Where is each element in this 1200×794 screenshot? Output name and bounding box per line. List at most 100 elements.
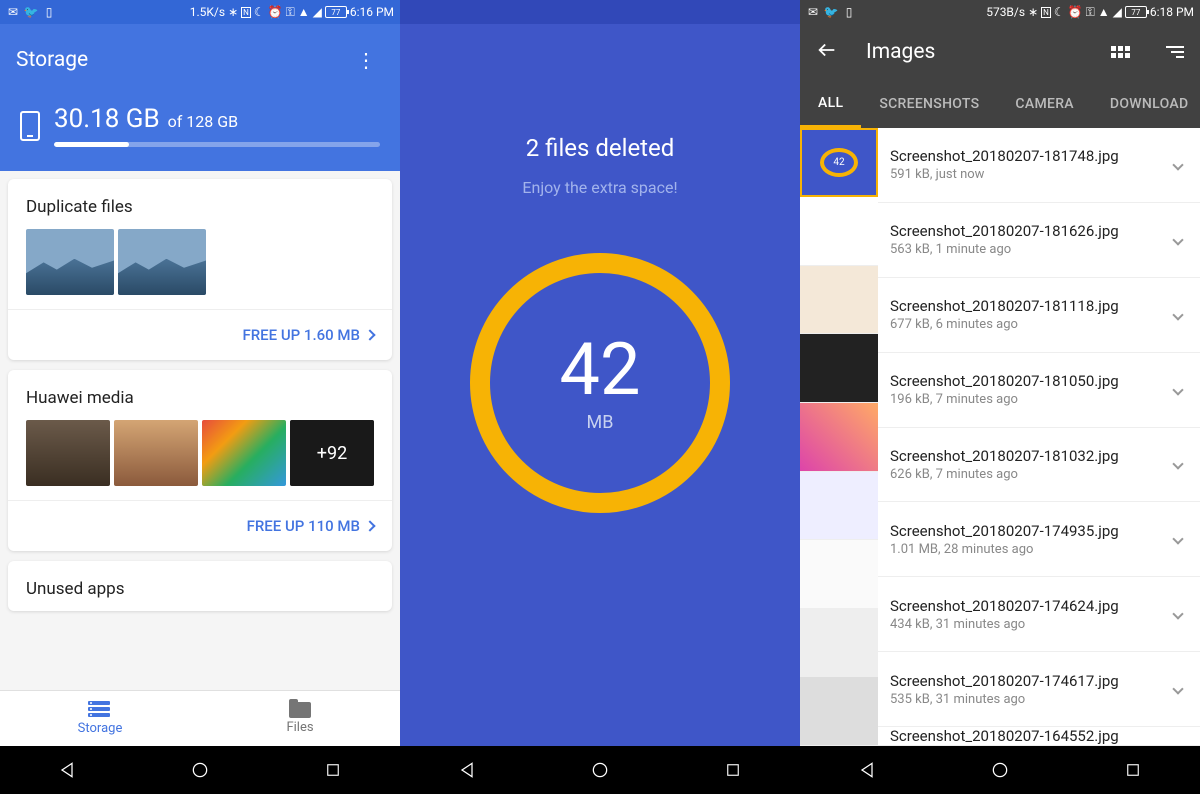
chevron-down-icon[interactable]: [1172, 534, 1183, 545]
chevron-down-icon[interactable]: [1172, 159, 1183, 170]
status-bar: ✉ 🐦 ▯ 1.5K/s ∗ N ☾ ⏰ ⚿ ▲ ◢ 77 6:16 PM: [0, 0, 400, 24]
thumbnail[interactable]: [800, 334, 878, 403]
signal-icon: ◢: [1113, 5, 1122, 19]
bluetooth-icon: ∗: [1028, 5, 1038, 19]
app-header: Storage ⋮ 30.18 GB of 128 GB: [0, 24, 400, 171]
file-list[interactable]: 42 Screenshot_20180207-181748.jpg591 kB,…: [800, 128, 1200, 746]
status-bar: [400, 0, 800, 24]
sort-icon[interactable]: [1158, 38, 1192, 66]
file-row[interactable]: Screenshot_20180207-181748.jpg591 kB, ju…: [878, 128, 1200, 203]
images-screen: ✉ 🐦 ▯ 573B/s ∗ N ☾ ⏰ ⚿ ▲ ◢ 77 6:18 PM Im…: [800, 0, 1200, 794]
home-button[interactable]: [989, 759, 1011, 781]
free-up-button[interactable]: FREE UP 1.60 MB: [8, 309, 392, 360]
card-title: Huawei media: [8, 370, 392, 420]
chevron-down-icon[interactable]: [1172, 309, 1183, 320]
unused-apps-card[interactable]: Unused apps: [8, 561, 392, 611]
chevron-right-icon: [364, 520, 375, 531]
thumbnail[interactable]: [800, 540, 878, 609]
recents-button[interactable]: [322, 759, 344, 781]
tab-download[interactable]: DOWNLOAD: [1092, 80, 1200, 128]
chevron-down-icon[interactable]: [1172, 683, 1183, 694]
thumbnail[interactable]: 42: [800, 128, 878, 197]
space-freed-ring: 42 MB: [470, 253, 730, 513]
page-title: Storage: [16, 48, 88, 72]
file-row[interactable]: Screenshot_20180207-174935.jpg1.01 MB, 2…: [878, 502, 1200, 577]
status-bar: ✉ 🐦 ▯ 573B/s ∗ N ☾ ⏰ ⚿ ▲ ◢ 77 6:18 PM: [800, 0, 1200, 24]
storage-used: 30.18 GB: [54, 104, 160, 134]
recents-button[interactable]: [722, 759, 744, 781]
file-row[interactable]: Screenshot_20180207-174624.jpg434 kB, 31…: [878, 577, 1200, 652]
system-nav: [400, 746, 800, 794]
huawei-media-card[interactable]: Huawei media +92 FREE UP 110 MB: [8, 370, 392, 551]
free-up-button[interactable]: FREE UP 110 MB: [8, 500, 392, 551]
wifi-icon: ▲: [298, 5, 310, 19]
thumbnail: [118, 229, 206, 295]
thumbnail[interactable]: [800, 472, 878, 541]
thumbnail[interactable]: [800, 677, 878, 746]
app-icon: ▯: [842, 5, 856, 19]
alarm-icon: ⏰: [268, 5, 283, 19]
card-title: Unused apps: [8, 561, 392, 611]
home-button[interactable]: [589, 759, 611, 781]
nfc-icon: N: [1041, 7, 1051, 18]
storage-bar: [54, 142, 380, 147]
thumbnail[interactable]: [800, 266, 878, 335]
mail-icon: ✉: [6, 5, 20, 19]
home-button[interactable]: [189, 759, 211, 781]
storage-total: of 128 GB: [168, 112, 238, 131]
bottom-nav: Storage Files: [0, 690, 400, 746]
thumbnail[interactable]: [800, 197, 878, 266]
file-row[interactable]: Screenshot_20180207-174617.jpg535 kB, 31…: [878, 652, 1200, 727]
wifi-icon: ▲: [1098, 5, 1110, 19]
app-icon: ▯: [42, 5, 56, 19]
tab-screenshots[interactable]: SCREENSHOTS: [861, 80, 997, 128]
thumbnail[interactable]: [800, 609, 878, 678]
back-button[interactable]: [456, 759, 478, 781]
system-nav: [800, 746, 1200, 794]
overflow-menu-icon[interactable]: ⋮: [348, 40, 384, 80]
tab-storage[interactable]: Storage: [0, 691, 200, 746]
thumbnail: [114, 420, 198, 486]
bluetooth-icon: ∗: [228, 5, 238, 19]
app-bar: Images ALL SCREENSHOTS CAMERA DOWNLOAD: [800, 24, 1200, 128]
thumbnail: [202, 420, 286, 486]
thumbnail-more[interactable]: +92: [290, 420, 374, 486]
clock: 6:16 PM: [350, 5, 394, 19]
net-speed: 573B/s: [986, 5, 1025, 19]
cards-container: Duplicate files FREE UP 1.60 MB Huawei m…: [0, 171, 400, 690]
chevron-down-icon[interactable]: [1172, 609, 1183, 620]
recents-button[interactable]: [1122, 759, 1144, 781]
nfc-icon: N: [241, 7, 251, 18]
chevron-down-icon[interactable]: [1172, 459, 1183, 470]
key-icon: ⚿: [1086, 5, 1095, 20]
back-button[interactable]: [56, 759, 78, 781]
tab-files[interactable]: Files: [200, 691, 400, 746]
duplicate-files-card[interactable]: Duplicate files FREE UP 1.60 MB: [8, 179, 392, 360]
thumbnail: [26, 420, 110, 486]
file-row[interactable]: Screenshot_20180207-181118.jpg677 kB, 6 …: [878, 278, 1200, 353]
folder-icon: [289, 702, 311, 718]
alarm-icon: ⏰: [1068, 5, 1083, 19]
category-tabs: ALL SCREENSHOTS CAMERA DOWNLOAD: [800, 80, 1200, 128]
chevron-down-icon[interactable]: [1172, 234, 1183, 245]
thumbnail-column: 42: [800, 128, 878, 746]
tab-camera[interactable]: CAMERA: [997, 80, 1091, 128]
chevron-down-icon[interactable]: [1172, 384, 1183, 395]
moon-icon: ☾: [254, 5, 265, 19]
file-row[interactable]: Screenshot_20180207-181032.jpg626 kB, 7 …: [878, 428, 1200, 503]
deleted-message: 2 files deleted: [526, 134, 675, 162]
phone-icon: [20, 111, 40, 141]
moon-icon: ☾: [1054, 5, 1065, 19]
net-speed: 1.5K/s: [190, 5, 225, 19]
back-button[interactable]: [856, 759, 878, 781]
file-row[interactable]: Screenshot_20180207-181050.jpg196 kB, 7 …: [878, 353, 1200, 428]
battery-icon: 77: [325, 6, 347, 18]
grid-view-icon[interactable]: [1103, 38, 1138, 66]
thumbnail[interactable]: [800, 403, 878, 472]
tab-all[interactable]: ALL: [800, 80, 861, 128]
file-row[interactable]: Screenshot_20180207-164552.jpg: [878, 727, 1200, 746]
card-title: Duplicate files: [8, 179, 392, 229]
file-row[interactable]: Screenshot_20180207-181626.jpg563 kB, 1 …: [878, 203, 1200, 278]
back-icon[interactable]: [808, 31, 846, 73]
deletion-result-screen: 2 files deleted Enjoy the extra space! 4…: [400, 0, 800, 794]
